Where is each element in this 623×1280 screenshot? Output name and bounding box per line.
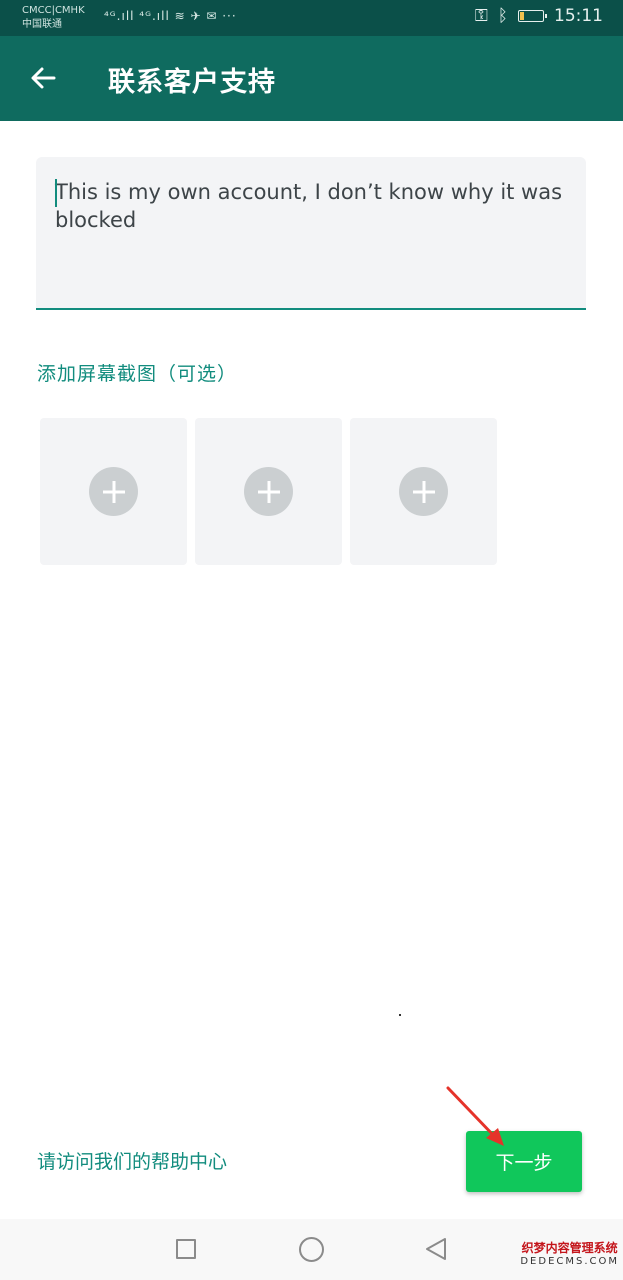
status-right-group: ⚿ ᛒ 15:11 (475, 6, 603, 26)
add-icon (244, 467, 293, 516)
recents-icon[interactable] (176, 1239, 196, 1259)
add-screenshots-label: 添加屏幕截图（可选） (37, 363, 238, 385)
screenshot-slot-2[interactable] (195, 418, 342, 565)
help-center-link[interactable]: 请访问我们的帮助中心 (37, 1147, 227, 1174)
stray-dot (399, 1014, 401, 1016)
page-title: 联系客户支持 (108, 67, 276, 98)
screenshot-tiles (40, 418, 497, 565)
app-bar: 联系客户支持 (0, 36, 623, 121)
screenshot-slot-3[interactable] (350, 418, 497, 565)
nav-back-icon[interactable] (424, 1236, 448, 1262)
watermark-en: DEDECMS.COM (520, 1256, 619, 1267)
message-input[interactable]: This is my own account, I don’t know why… (36, 157, 586, 310)
text-cursor (55, 179, 57, 207)
back-arrow-icon[interactable] (28, 63, 58, 93)
screenshot-slot-1[interactable] (40, 418, 187, 565)
watermark-cn: 织梦内容管理系统 (521, 1241, 618, 1255)
battery-level (520, 12, 524, 20)
key-icon: ⚿ (474, 6, 488, 26)
battery-icon (518, 10, 547, 22)
add-icon (399, 467, 448, 516)
red-arrow-annotation (446, 1086, 504, 1146)
bluetooth-icon: ᛒ (497, 6, 508, 26)
home-icon[interactable] (299, 1237, 324, 1262)
message-text[interactable]: This is my own account, I don’t know why… (55, 178, 575, 234)
clock: 15:11 (554, 6, 603, 26)
carrier-info: CMCC|CMHK 中国联通 (22, 4, 85, 32)
carrier-primary: CMCC|CMHK (22, 5, 85, 16)
watermark: 织梦内容管理系统 DEDECMS.COM (520, 1242, 619, 1268)
add-icon (89, 467, 138, 516)
status-bar: CMCC|CMHK 中国联通 ⁴ᴳ.ıll ⁴ᴳ.ıll ≋ ✈ ✉ ··· ⚿… (0, 0, 623, 36)
carrier-secondary: 中国联通 (22, 19, 62, 30)
notification-icons: ⁴ᴳ.ıll ⁴ᴳ.ıll ≋ ✈ ✉ ··· (104, 9, 237, 23)
